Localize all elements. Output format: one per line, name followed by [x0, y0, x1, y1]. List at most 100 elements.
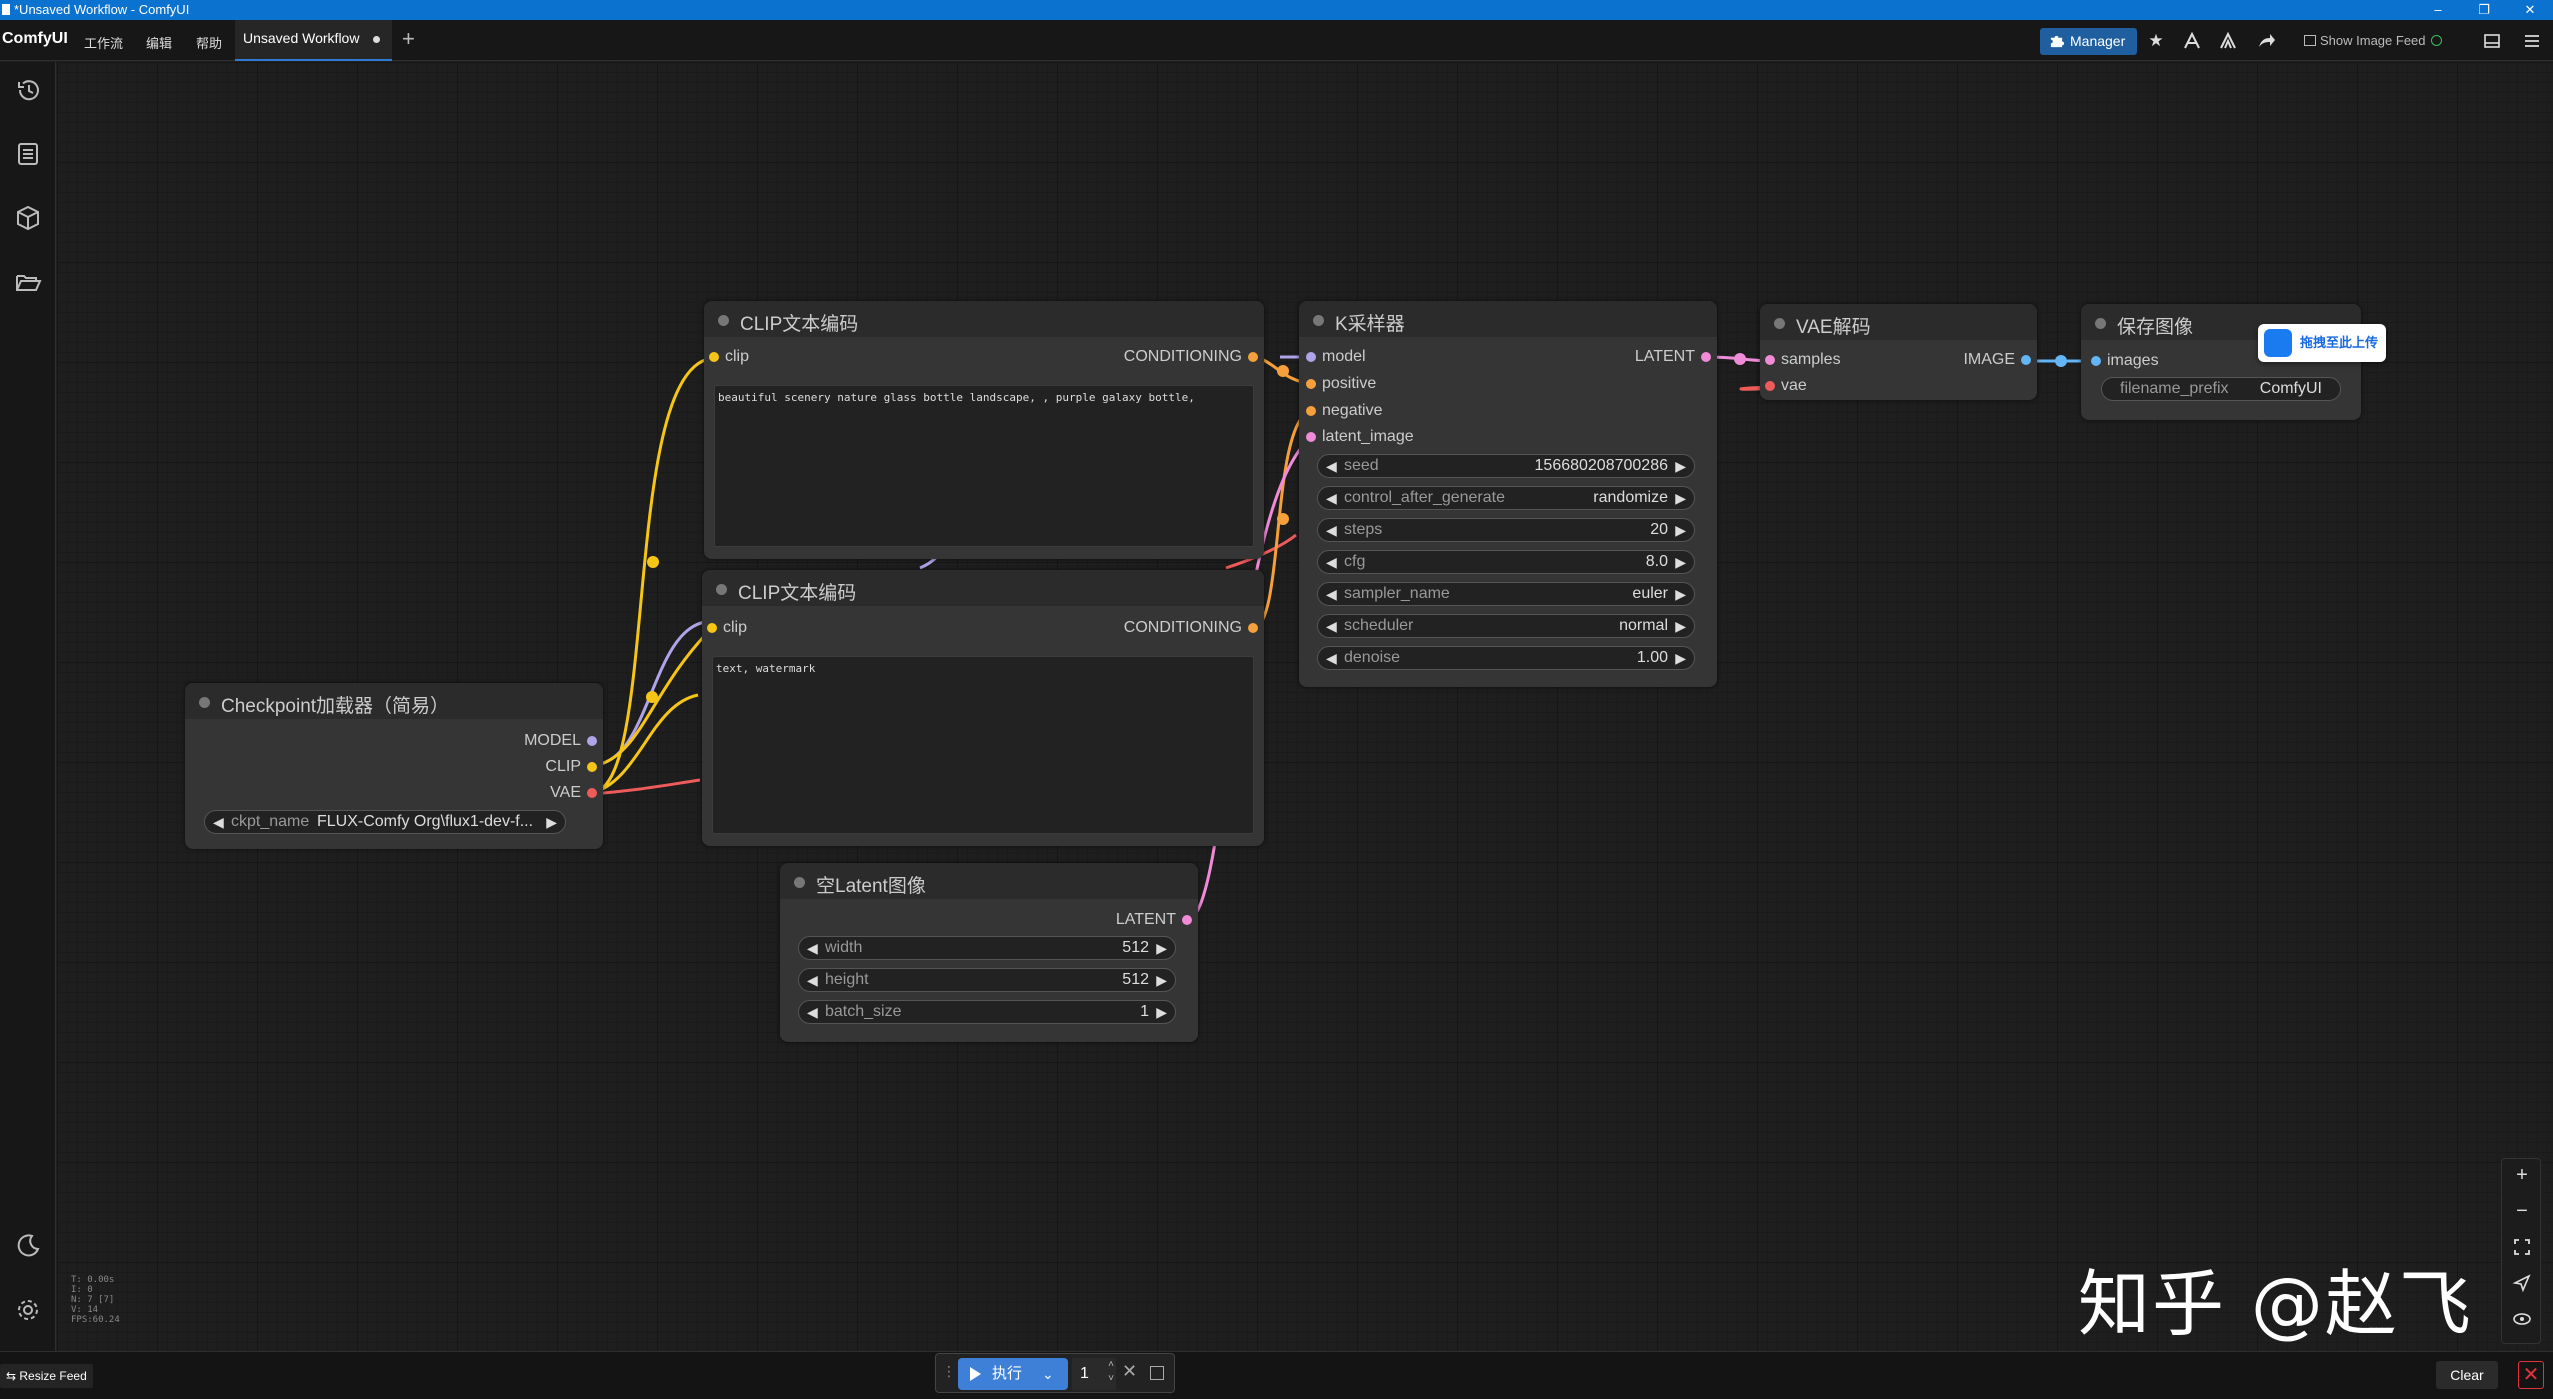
increment-arrow-icon[interactable]: ▶	[1156, 969, 1167, 991]
clear-feed-button[interactable]: Clear	[2436, 1361, 2498, 1389]
increment-arrow-icon[interactable]: ▶	[1675, 583, 1686, 605]
widget-height[interactable]: ◀ height 512 ▶	[798, 968, 1176, 992]
decrement-arrow-icon[interactable]: ◀	[1326, 615, 1337, 637]
resize-feed-button[interactable]: ⇆ Resize Feed	[0, 1364, 93, 1388]
input-vae[interactable]: vae	[1765, 376, 1807, 396]
run-button[interactable]: 执行 ⌄	[958, 1358, 1068, 1390]
drag-handle-icon[interactable]: ⋮	[942, 1363, 956, 1380]
close-window-button[interactable]: ✕	[2507, 0, 2553, 20]
node-title-bar[interactable]: CLIP文本编码	[702, 570, 1264, 606]
node-ksampler[interactable]: K采样器 model positive negative latent_imag…	[1299, 301, 1717, 687]
widget-scheduler[interactable]: ◀ scheduler normal ▶	[1317, 614, 1695, 638]
output-image[interactable]: IMAGE	[1963, 350, 2031, 370]
minimize-button[interactable]: –	[2415, 0, 2461, 20]
collapse-dot-icon[interactable]	[794, 877, 805, 888]
widget-control-after-generate[interactable]: ◀ control_after_generate randomize ▶	[1317, 486, 1695, 510]
widget-steps[interactable]: ◀ steps 20 ▶	[1317, 518, 1695, 542]
increment-arrow-icon[interactable]: ▶	[1675, 487, 1686, 509]
queue-list-icon[interactable]	[14, 140, 42, 168]
increment-arrow-icon[interactable]: ▶	[1156, 1001, 1167, 1023]
new-tab-button[interactable]: +	[402, 26, 415, 52]
app-logo[interactable]: ComfyUI	[2, 30, 68, 48]
toggle-links-icon[interactable]	[2512, 1309, 2532, 1329]
zoom-out-icon[interactable]: −	[2512, 1201, 2532, 1221]
input-images[interactable]: images	[2091, 351, 2159, 371]
show-image-feed-button[interactable]: Show Image Feed	[2302, 30, 2442, 52]
input-negative[interactable]: negative	[1306, 401, 1383, 421]
close-feed-icon[interactable]: ✕	[2518, 1361, 2544, 1389]
increment-arrow-icon[interactable]: ▶	[546, 811, 557, 833]
zoom-in-icon[interactable]: +	[2512, 1165, 2532, 1185]
share-icon[interactable]	[2256, 31, 2276, 51]
model-cube-icon[interactable]	[14, 204, 42, 232]
input-clip[interactable]: clip	[707, 618, 747, 638]
decrement-arrow-icon[interactable]: ◀	[213, 811, 224, 833]
workflow-tab[interactable]: Unsaved Workflow	[235, 20, 392, 61]
node-title-bar[interactable]: Checkpoint加载器（简易）	[185, 683, 603, 719]
menu-edit[interactable]: 编辑	[146, 33, 172, 52]
node-title-bar[interactable]: 空Latent图像	[780, 863, 1198, 899]
chevron-down-icon[interactable]: ⌄	[1042, 1358, 1054, 1390]
node-title-bar[interactable]: CLIP文本编码	[704, 301, 1264, 337]
decrement-arrow-icon[interactable]: ◀	[1326, 551, 1337, 573]
widget-seed[interactable]: ◀ seed 156680208700286 ▶	[1317, 454, 1695, 478]
output-vae[interactable]: VAE	[550, 783, 597, 803]
drag-upload-tooltip[interactable]: 拖拽至此上传	[2258, 324, 2386, 362]
widget-cfg[interactable]: ◀ cfg 8.0 ▶	[1317, 550, 1695, 574]
output-conditioning[interactable]: CONDITIONING	[1124, 618, 1258, 638]
widget-filename-prefix[interactable]: filename_prefix ComfyUI	[2101, 377, 2341, 401]
widget-denoise[interactable]: ◀ denoise 1.00 ▶	[1317, 646, 1695, 670]
input-latent-image[interactable]: latent_image	[1306, 427, 1414, 447]
output-model[interactable]: MODEL	[524, 731, 597, 751]
increment-arrow-icon[interactable]: ▶	[1675, 455, 1686, 477]
star-icon[interactable]: ★	[2146, 31, 2166, 51]
increment-arrow-icon[interactable]: ▶	[1675, 647, 1686, 669]
menu-help[interactable]: 帮助	[196, 33, 222, 52]
model-library-icon[interactable]	[2218, 31, 2238, 51]
input-clip[interactable]: clip	[709, 347, 749, 367]
prompt-textarea[interactable]: text, watermark	[712, 656, 1254, 834]
decrement-arrow-icon[interactable]: ◀	[1326, 487, 1337, 509]
collapse-dot-icon[interactable]	[199, 697, 210, 708]
decrement-arrow-icon[interactable]: ◀	[1326, 519, 1337, 541]
widget-ckpt-name[interactable]: ◀ ckpt_name FLUX-Comfy Org\flux1-dev-f..…	[204, 810, 566, 834]
collapse-dot-icon[interactable]	[716, 584, 727, 595]
hamburger-menu-icon[interactable]	[2522, 31, 2542, 51]
decrement-arrow-icon[interactable]: ◀	[807, 969, 818, 991]
output-latent[interactable]: LATENT	[1635, 347, 1711, 367]
node-clip-text-encode-positive[interactable]: CLIP文本编码 clip CONDITIONING beautiful sce…	[704, 301, 1264, 559]
output-clip[interactable]: CLIP	[545, 757, 597, 777]
collapse-dot-icon[interactable]	[1313, 315, 1324, 326]
node-vae-decode[interactable]: VAE解码 samples vae IMAGE	[1760, 304, 2037, 400]
node-checkpoint-loader[interactable]: Checkpoint加载器（简易） MODEL CLIP VAE ◀ ckpt_…	[185, 683, 603, 849]
stop-icon[interactable]	[1150, 1366, 1164, 1380]
node-save-image[interactable]: 保存图像 images filename_prefix ComfyUI	[2081, 304, 2361, 420]
collapse-dot-icon[interactable]	[2095, 318, 2106, 329]
node-empty-latent-image[interactable]: 空Latent图像 LATENT ◀ width 512 ▶ ◀ height …	[780, 863, 1198, 1042]
input-positive[interactable]: positive	[1306, 374, 1376, 394]
widget-width[interactable]: ◀ width 512 ▶	[798, 936, 1176, 960]
unsaved-dot-icon[interactable]	[373, 36, 380, 43]
cancel-run-icon[interactable]: ✕	[1122, 1361, 1137, 1382]
select-mode-icon[interactable]	[2512, 1273, 2532, 1293]
output-conditioning[interactable]: CONDITIONING	[1124, 347, 1258, 367]
decrement-arrow-icon[interactable]: ◀	[1326, 455, 1337, 477]
stepper-arrows-icon[interactable]: ˄ ˅	[1108, 1358, 1114, 1386]
panel-toggle-icon[interactable]	[2482, 31, 2502, 51]
increment-arrow-icon[interactable]: ▶	[1675, 519, 1686, 541]
increment-arrow-icon[interactable]: ▶	[1675, 615, 1686, 637]
widget-batch-size[interactable]: ◀ batch_size 1 ▶	[798, 1000, 1176, 1024]
increment-arrow-icon[interactable]: ▶	[1156, 937, 1167, 959]
decrement-arrow-icon[interactable]: ◀	[1326, 647, 1337, 669]
maximize-button[interactable]: ❐	[2461, 0, 2507, 20]
input-model[interactable]: model	[1306, 347, 1366, 367]
input-samples[interactable]: samples	[1765, 350, 1841, 370]
node-clip-text-encode-negative[interactable]: CLIP文本编码 clip CONDITIONING text, waterma…	[702, 570, 1264, 846]
collapse-dot-icon[interactable]	[718, 315, 729, 326]
menu-workflow[interactable]: 工作流	[84, 33, 123, 52]
fit-view-icon[interactable]	[2512, 1237, 2532, 1257]
output-latent[interactable]: LATENT	[1116, 910, 1192, 930]
manager-button[interactable]: Manager	[2040, 28, 2137, 55]
node-library-icon[interactable]	[2182, 31, 2202, 51]
collapse-dot-icon[interactable]	[1774, 318, 1785, 329]
